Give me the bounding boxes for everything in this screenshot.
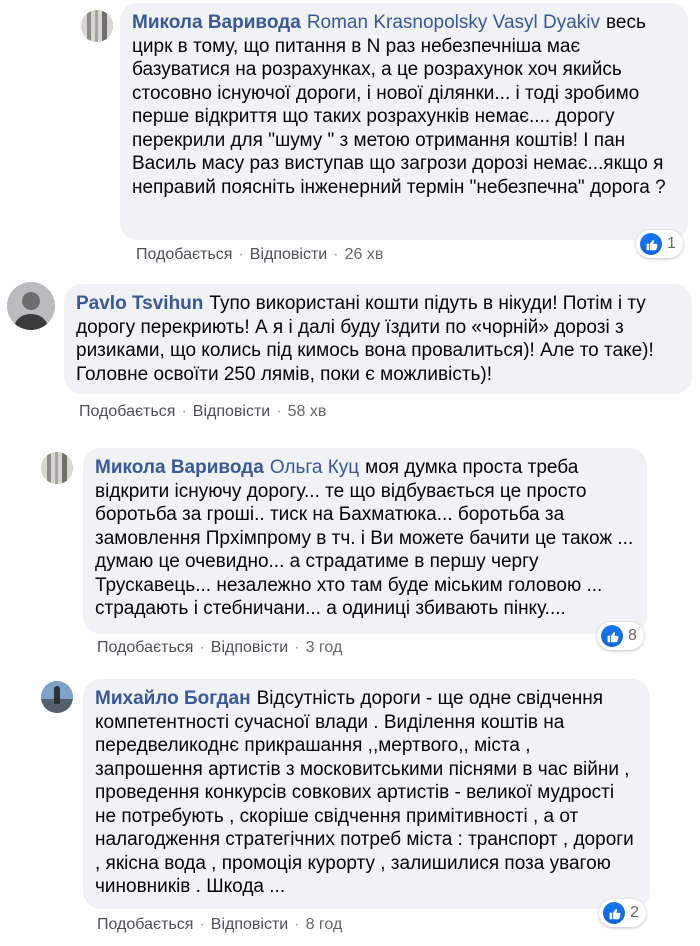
reaction-count[interactable]: 8 <box>597 622 644 650</box>
comment-actions: Подобається · Відповісти · 58 хв <box>79 403 326 421</box>
like-icon <box>603 902 625 924</box>
comment-mentions[interactable]: Ольга Куц <box>270 457 359 478</box>
reaction-count-value: 8 <box>628 627 637 644</box>
comment-text: моя думка проста треба відкрити існуючу … <box>95 457 634 619</box>
separator: · <box>181 403 187 420</box>
comment-actions: Подобається · Відповісти · 3 год <box>97 639 342 657</box>
comment-actions: Подобається · Відповісти · 26 хв <box>136 246 383 264</box>
reaction-count[interactable]: 2 <box>599 899 646 927</box>
comment-text: Відсутність дороги - ще одне свідчення к… <box>95 688 634 897</box>
comment-timestamp[interactable]: 3 год <box>306 639 343 656</box>
like-button[interactable]: Подобається <box>97 639 193 656</box>
separator: · <box>294 639 300 656</box>
avatar-photo-icon <box>7 282 55 330</box>
comment-bubble: Микола Варивода Ольга Куц моя думка проста… <box>83 448 647 634</box>
comment-mentions[interactable]: Roman Krasnopolsky Vasyl Dyakiv <box>307 12 600 33</box>
comment-actions: Подобається · Відповісти · 8 год <box>97 916 342 934</box>
comment-bubble: Pavlo Tsvihun Тупо використані кошти піду… <box>64 284 692 394</box>
reply-button[interactable]: Відповісти <box>211 639 288 656</box>
comment-timestamp[interactable]: 8 год <box>306 916 343 933</box>
avatar-photo-icon <box>81 10 113 42</box>
comment-bubble: Михайло Богдан Відсутність дороги - ще од… <box>83 679 650 909</box>
avatar-photo-icon <box>41 452 73 484</box>
like-button[interactable]: Подобається <box>136 246 232 263</box>
like-button[interactable]: Подобається <box>97 916 193 933</box>
reply-button[interactable]: Відповісти <box>211 916 288 933</box>
separator: · <box>199 916 205 933</box>
like-button[interactable]: Подобається <box>79 403 175 420</box>
avatar[interactable] <box>7 282 55 330</box>
comment-timestamp[interactable]: 58 хв <box>288 403 327 420</box>
comment-text: весь цирк в тому, що питання в N раз неб… <box>132 12 666 198</box>
reply-button[interactable]: Відповісти <box>193 403 270 420</box>
comment-timestamp[interactable]: 26 хв <box>345 246 384 263</box>
reaction-count-value: 1 <box>667 235 676 252</box>
comment-bubble: Микола Варивода Roman Krasnopolsky Vasyl … <box>120 3 688 240</box>
separator: · <box>276 403 282 420</box>
separator: · <box>199 639 205 656</box>
separator: · <box>333 246 339 263</box>
like-icon <box>640 233 662 255</box>
avatar-photo-icon <box>41 681 73 713</box>
separator: · <box>238 246 244 263</box>
reaction-count-value: 2 <box>630 904 639 921</box>
comment-author[interactable]: Микола Варивода <box>132 12 301 33</box>
separator: · <box>294 916 300 933</box>
comment-author[interactable]: Микола Варивода <box>95 457 264 478</box>
comment-author[interactable]: Михайло Богдан <box>95 688 251 709</box>
avatar[interactable] <box>41 681 73 713</box>
reaction-count[interactable]: 1 <box>636 230 683 258</box>
comment-author[interactable]: Pavlo Tsvihun <box>76 293 203 314</box>
avatar[interactable] <box>81 10 113 42</box>
reply-button[interactable]: Відповісти <box>250 246 327 263</box>
like-icon <box>601 625 623 647</box>
avatar[interactable] <box>41 452 73 484</box>
